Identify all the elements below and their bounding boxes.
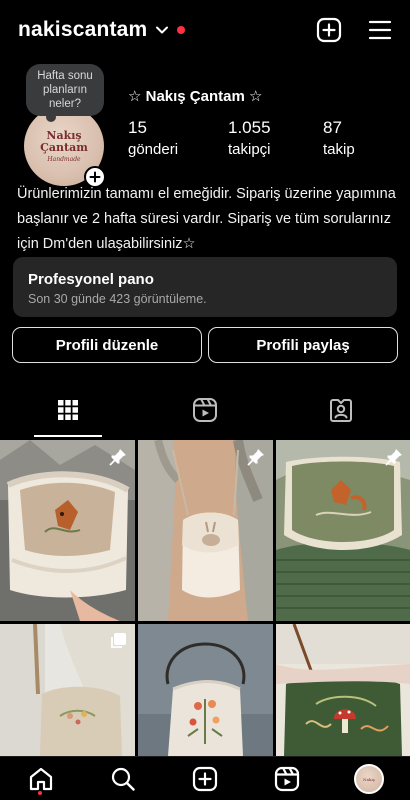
home-icon [29, 767, 53, 791]
username-switcher[interactable]: nakiscantam [18, 18, 147, 42]
posts-grid [0, 440, 410, 760]
post-tile-3[interactable] [276, 440, 410, 621]
professional-dashboard[interactable]: Profesyonel pano Son 30 günde 423 görünt… [13, 257, 397, 317]
multiple-photos-icon [111, 633, 126, 648]
menu-icon[interactable] [368, 19, 392, 41]
tab-reels[interactable] [137, 382, 273, 438]
tab-grid[interactable] [0, 382, 136, 438]
nav-profile[interactable]: Nakış [328, 757, 410, 800]
dashboard-title: Profesyonel pano [28, 271, 154, 288]
stat-following[interactable]: 87 takip [323, 118, 355, 158]
dashboard-subtitle: Son 30 günde 423 görüntüleme. [28, 292, 207, 306]
reels-icon [274, 766, 300, 792]
post-tile-5[interactable] [138, 624, 273, 756]
stat-posts[interactable]: 15 gönderi [128, 118, 178, 158]
create-post-icon[interactable] [316, 17, 342, 43]
post-tile-4[interactable] [0, 624, 135, 756]
pin-icon [247, 449, 264, 466]
chevron-down-icon[interactable] [155, 23, 169, 37]
profile-avatar-small: Nakış [354, 764, 384, 794]
profile-bio: Ürünlerimizin tamamı el emeğidir. Sipari… [17, 186, 396, 252]
reels-icon [193, 398, 217, 422]
edit-profile-button[interactable]: Profili düzenle [12, 327, 202, 363]
note-bubble[interactable]: Hafta sonu planların neler? [26, 64, 104, 122]
post-photo-fox-knit-bag [0, 440, 135, 621]
nav-reels[interactable] [246, 757, 328, 800]
post-photo-bunny-teddy-bag [138, 440, 273, 621]
post-photo-fox-green-bag [276, 440, 410, 621]
notification-dot [177, 26, 186, 34]
active-tab-indicator [34, 435, 102, 437]
post-tile-1[interactable] [0, 440, 135, 621]
post-tile-2[interactable] [138, 440, 273, 621]
profile-header: Nakış Çantam Handmade Hafta sonu planlar… [0, 62, 410, 188]
bottom-navigation: Nakış [0, 756, 410, 800]
pin-icon [109, 449, 126, 466]
nav-home[interactable] [0, 757, 82, 800]
share-profile-button[interactable]: Profili paylaş [208, 327, 398, 363]
home-notification-dot [38, 791, 42, 795]
pin-icon [385, 449, 402, 466]
nav-create[interactable] [164, 757, 246, 800]
tagged-icon [330, 399, 352, 422]
post-photo-coral-flowers-bag [138, 624, 273, 756]
top-bar: nakiscantam [0, 0, 410, 60]
nav-search[interactable] [82, 757, 164, 800]
search-icon [111, 767, 135, 791]
profile-tabs [0, 382, 410, 438]
tab-tagged[interactable] [273, 382, 409, 438]
post-photo-mushroom-green-bag [276, 624, 410, 756]
display-name: ☆ Nakış Çantam ☆ [128, 88, 263, 105]
grid-icon [58, 400, 78, 420]
create-icon [192, 766, 218, 792]
profile-avatar[interactable]: Nakış Çantam Handmade [24, 106, 106, 188]
stat-followers[interactable]: 1.055 takipçi [228, 118, 271, 158]
profile-stats: 15 gönderi 1.055 takipçi 87 takip [128, 118, 398, 158]
post-tile-6[interactable] [276, 624, 410, 756]
